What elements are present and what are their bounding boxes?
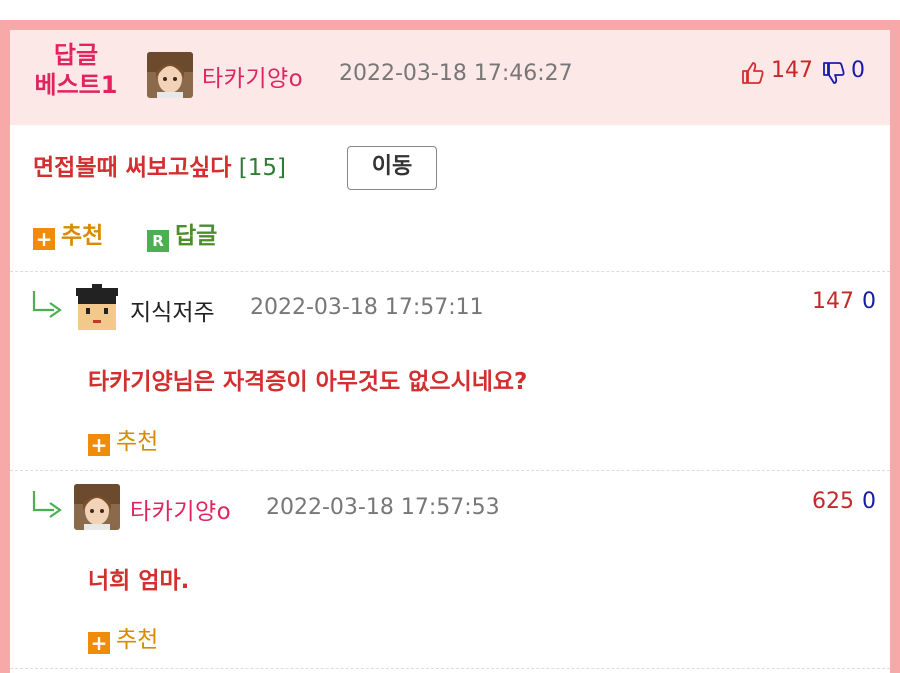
avatar[interactable]	[74, 484, 120, 530]
divider	[10, 271, 890, 272]
reply-arrow-icon	[32, 291, 62, 318]
best-badge: 답글 베스트1	[24, 40, 128, 100]
reply-label: 답글	[175, 223, 218, 249]
downvote-count: 0	[862, 289, 876, 314]
move-button[interactable]: 이동	[347, 146, 437, 190]
divider	[10, 668, 890, 669]
thumb-down-icon[interactable]	[821, 60, 847, 86]
recommend-button[interactable]: + 추천	[33, 216, 103, 250]
downvote-count: 0	[851, 58, 865, 83]
author-name[interactable]: 타카기양o	[202, 59, 303, 93]
reply-r-icon: R	[147, 230, 169, 252]
post-title-row[interactable]: 면접볼때 써보고싶다 [15]	[33, 148, 286, 182]
divider	[10, 470, 890, 471]
author-name[interactable]: 타카기양o	[130, 492, 231, 526]
recommend-button[interactable]: + 추천	[88, 620, 158, 654]
plus-icon: +	[33, 228, 55, 250]
best-badge-line2: 베스트1	[34, 71, 118, 99]
best-reply-header: 답글 베스트1 타카기양o 2022-03-18 17:46:27 147 0	[10, 30, 890, 125]
best-badge-line1: 답글	[53, 41, 99, 69]
recommend-label: 추천	[116, 627, 159, 653]
reply-date: 2022-03-18 17:57:53	[266, 495, 500, 520]
upvote-count: 625	[812, 489, 854, 514]
reply-text: 너희 엄마.	[88, 568, 190, 594]
thumb-up-icon[interactable]	[740, 60, 766, 86]
comment-count: [15]	[238, 155, 286, 181]
avatar[interactable]	[147, 52, 193, 98]
plus-icon: +	[88, 434, 110, 456]
downvote-count: 0	[862, 489, 876, 514]
author-name[interactable]: 지식저주	[130, 293, 215, 327]
plus-icon: +	[88, 632, 110, 654]
reply-button[interactable]: R 답글	[147, 216, 217, 252]
recommend-button[interactable]: + 추천	[88, 422, 158, 456]
upvote-count: 147	[812, 289, 854, 314]
avatar-girl-image	[147, 52, 193, 98]
reply-arrow-icon	[32, 491, 62, 518]
post-title[interactable]: 면접볼때 써보고싶다	[33, 155, 231, 181]
post-date: 2022-03-18 17:46:27	[339, 61, 573, 86]
upvote-count: 147	[771, 58, 813, 83]
avatar[interactable]	[74, 284, 120, 332]
reply-text: 타카기양님은 자격증이 아무것도 없으시네요?	[88, 369, 528, 395]
recommend-label: 추천	[116, 429, 159, 455]
recommend-label: 추천	[61, 223, 104, 249]
reply-date: 2022-03-18 17:57:11	[250, 295, 484, 320]
avatar-girl-image	[74, 484, 120, 530]
comment-panel: 답글 베스트1 타카기양o 2022-03-18 17:46:27 147 0	[10, 30, 890, 673]
avatar-pixel-image	[74, 284, 120, 332]
